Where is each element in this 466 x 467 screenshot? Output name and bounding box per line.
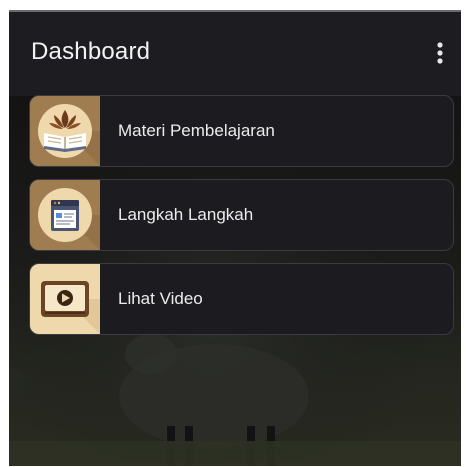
overflow-menu-button[interactable] — [431, 38, 449, 68]
menu-item-label: Lihat Video — [118, 289, 203, 308]
menu-item-label: Langkah Langkah — [118, 205, 254, 224]
page-title: Dashboard — [31, 38, 151, 65]
book-plant-icon — [30, 96, 100, 166]
app-screen: Dashboard Materi Pembelajaran Langkah La… — [9, 10, 461, 466]
top-app-bar: Dashboard — [9, 12, 461, 96]
menu-item-langkah-langkah[interactable]: Langkah Langkah — [29, 179, 454, 251]
menu-item-label: Materi Pembelajaran — [118, 121, 275, 140]
menu-item-thumbnail — [30, 264, 100, 334]
menu-item-materi-pembelajaran[interactable]: Materi Pembelajaran — [29, 95, 454, 167]
menu-item-thumbnail — [30, 96, 100, 166]
dashboard-menu: Materi Pembelajaran Langkah Langkah Liha… — [29, 95, 454, 347]
video-play-icon — [30, 264, 100, 334]
menu-item-thumbnail — [30, 180, 100, 250]
menu-item-lihat-video[interactable]: Lihat Video — [29, 263, 454, 335]
document-list-icon — [30, 180, 100, 250]
more-vert-icon — [437, 42, 443, 64]
